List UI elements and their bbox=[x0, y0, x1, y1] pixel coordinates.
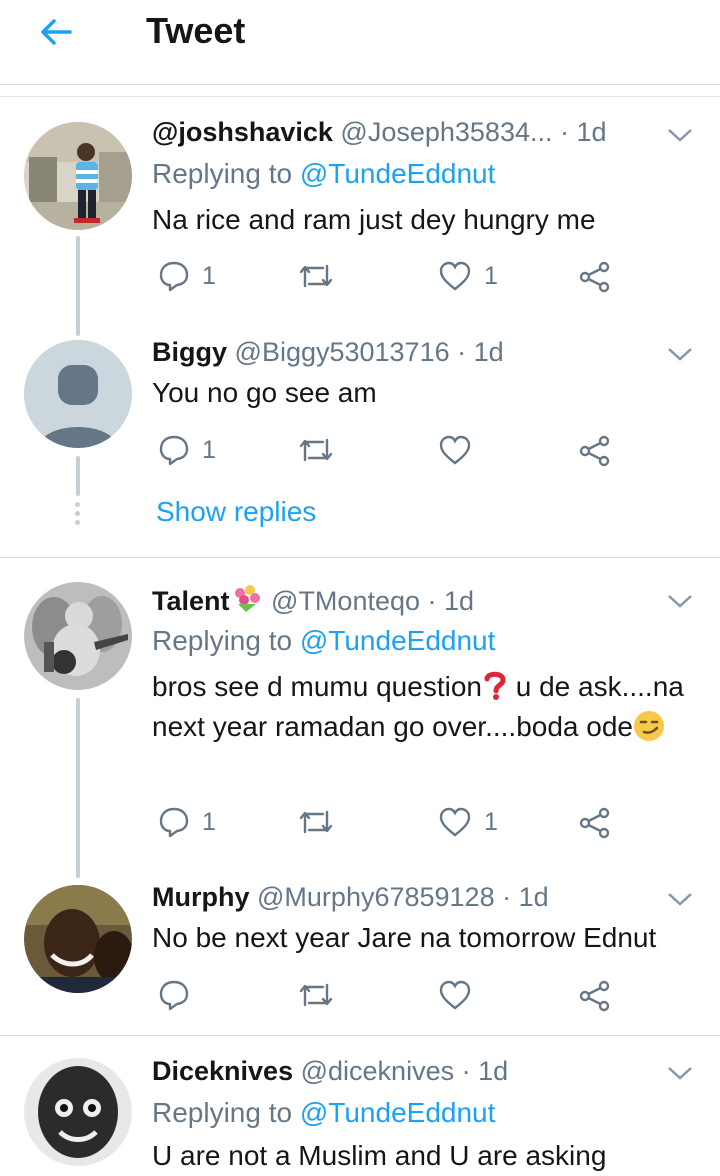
user-handle[interactable]: @Biggy53013716 bbox=[235, 337, 450, 367]
thread-line bbox=[76, 236, 80, 336]
retweet-icon bbox=[299, 438, 333, 462]
retweet-button[interactable] bbox=[298, 806, 334, 838]
thread-line bbox=[76, 698, 80, 878]
heart-icon bbox=[439, 807, 471, 837]
heart-icon bbox=[439, 261, 471, 291]
share-button[interactable] bbox=[578, 806, 612, 840]
chevron-down-icon[interactable] bbox=[666, 591, 694, 611]
reply-count: 1 bbox=[202, 261, 216, 290]
divider bbox=[0, 1035, 720, 1036]
avatar[interactable] bbox=[24, 1058, 132, 1166]
mention-link[interactable]: @TundeEddnut bbox=[300, 158, 496, 189]
avatar[interactable] bbox=[24, 885, 132, 993]
reply-button[interactable]: 1 bbox=[158, 806, 216, 838]
tweet-text: You no go see am bbox=[152, 377, 377, 408]
share-button[interactable] bbox=[578, 979, 612, 1013]
heart-icon bbox=[439, 435, 471, 465]
reply-button[interactable]: 1 bbox=[158, 260, 216, 292]
show-replies-link[interactable]: Show replies bbox=[156, 496, 316, 528]
mention-link[interactable]: @TundeEddnut bbox=[300, 625, 496, 656]
tweet-header: @joshshavick @Joseph35834... · 1d bbox=[152, 117, 607, 148]
bouquet-icon bbox=[234, 585, 260, 612]
page-title: Tweet bbox=[146, 10, 246, 51]
display-name[interactable]: Biggy bbox=[152, 337, 227, 367]
avatar[interactable] bbox=[24, 582, 132, 690]
chevron-down-icon[interactable] bbox=[666, 889, 694, 909]
tweet-text: No be next year Jare na tomorrow Ednut bbox=[152, 922, 657, 953]
chevron-down-icon[interactable] bbox=[666, 125, 694, 145]
tweet-header: Biggy @Biggy53013716 · 1d bbox=[152, 337, 504, 368]
share-icon bbox=[579, 807, 610, 839]
like-button[interactable]: 1 bbox=[438, 260, 498, 292]
replying-to: Replying to @TundeEddnut bbox=[152, 625, 496, 656]
tweet-text: bros see d mumu question u de ask....na … bbox=[152, 671, 684, 742]
reply-icon bbox=[159, 261, 189, 292]
thread-line bbox=[76, 456, 80, 496]
share-icon bbox=[579, 980, 610, 1012]
timestamp: · 1d bbox=[457, 337, 504, 367]
tweet-text: Na rice and ram just dey hungry me bbox=[152, 204, 596, 235]
retweet-icon bbox=[299, 983, 333, 1007]
reply-button[interactable]: 1 bbox=[158, 434, 216, 466]
retweet-button[interactable] bbox=[298, 979, 334, 1011]
reply-icon bbox=[159, 807, 189, 838]
share-button[interactable] bbox=[578, 434, 612, 468]
like-button[interactable] bbox=[438, 979, 472, 1011]
like-count: 1 bbox=[484, 261, 498, 290]
timestamp: · 1d bbox=[560, 117, 607, 147]
chevron-down-icon[interactable] bbox=[666, 344, 694, 364]
reply-icon bbox=[159, 435, 189, 466]
like-button[interactable] bbox=[438, 434, 472, 466]
retweet-button[interactable] bbox=[298, 434, 334, 466]
timestamp: · 1d bbox=[461, 1056, 509, 1086]
replying-to: Replying to @TundeEddnut bbox=[152, 158, 496, 189]
tweet-header: Murphy @Murphy67859128 · 1d bbox=[152, 882, 549, 913]
timestamp: · 1d bbox=[502, 882, 549, 912]
divider bbox=[0, 96, 720, 97]
reply-button[interactable] bbox=[158, 979, 190, 1011]
mention-link[interactable]: @TundeEddnut bbox=[300, 1097, 496, 1128]
like-button[interactable]: 1 bbox=[438, 806, 498, 838]
display-name[interactable]: Murphy bbox=[152, 882, 250, 912]
thread-dots bbox=[75, 502, 81, 529]
avatar-default[interactable] bbox=[24, 340, 132, 448]
share-icon bbox=[579, 435, 610, 467]
display-name[interactable]: @joshshavick bbox=[152, 117, 333, 147]
top-app-bar: Tweet bbox=[0, 0, 720, 85]
timestamp: · 1d bbox=[427, 586, 475, 616]
divider bbox=[0, 557, 720, 558]
display-name[interactable]: Diceknives bbox=[152, 1056, 293, 1086]
reply-icon bbox=[159, 980, 189, 1011]
retweet-button[interactable] bbox=[298, 260, 334, 292]
chevron-down-icon[interactable] bbox=[666, 1063, 694, 1083]
display-name[interactable]: Talent bbox=[152, 586, 230, 616]
tweet-header: Diceknives @diceknives · 1d bbox=[152, 1056, 508, 1087]
smirk-emoji-icon bbox=[634, 711, 664, 741]
replying-to: Replying to @TundeEddnut bbox=[152, 1097, 496, 1128]
back-arrow-icon[interactable] bbox=[36, 12, 76, 52]
user-handle[interactable]: @diceknives bbox=[301, 1056, 454, 1086]
question-mark-icon bbox=[484, 671, 506, 700]
user-handle[interactable]: @Joseph35834... bbox=[340, 117, 552, 147]
tweet-text: U are not a Muslim and U are asking bbox=[152, 1140, 607, 1171]
like-count: 1 bbox=[484, 807, 498, 836]
retweet-icon bbox=[299, 810, 333, 834]
user-handle[interactable]: @Murphy67859128 bbox=[257, 882, 495, 912]
tweet-header: Talent @TMonteqo · 1d bbox=[152, 584, 474, 617]
share-icon bbox=[579, 261, 610, 293]
user-handle[interactable]: @TMonteqo bbox=[271, 586, 420, 616]
share-button[interactable] bbox=[578, 260, 612, 294]
avatar[interactable] bbox=[24, 122, 132, 230]
reply-count: 1 bbox=[202, 435, 216, 464]
retweet-icon bbox=[299, 264, 333, 288]
reply-count: 1 bbox=[202, 807, 216, 836]
heart-icon bbox=[439, 980, 471, 1010]
